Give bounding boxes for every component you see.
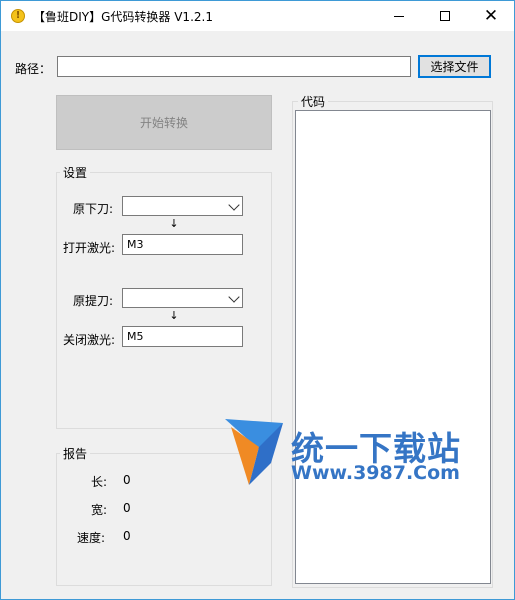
- speed-label: 速度:: [77, 531, 106, 545]
- app-window: ! 【鲁班DIY】G代码转换器 V1.2.1 ✕ 路径： 选择文件 开始转换 设…: [0, 0, 515, 600]
- convert-button[interactable]: 开始转换: [56, 95, 272, 150]
- browse-button[interactable]: 选择文件: [418, 55, 491, 78]
- window-title: 【鲁班DIY】G代码转换器 V1.2.1: [33, 10, 213, 24]
- watermark-logo-icon: [225, 419, 283, 485]
- code-textarea[interactable]: [295, 110, 491, 584]
- pen-down-select[interactable]: [122, 196, 243, 216]
- pen-up-select[interactable]: [122, 288, 243, 308]
- arrow-down-icon: ↓: [169, 309, 179, 322]
- pen-up-label: 原提刀:: [73, 294, 114, 308]
- laser-off-label: 关闭激光:: [63, 333, 116, 347]
- title-bar: ! 【鲁班DIY】G代码转换器 V1.2.1 ✕: [1, 1, 514, 31]
- path-input[interactable]: [57, 56, 411, 77]
- laser-off-input[interactable]: M5: [122, 326, 243, 347]
- arrow-down-icon: ↓: [169, 217, 179, 230]
- maximize-button[interactable]: [422, 1, 468, 31]
- maximize-icon: [440, 11, 450, 21]
- path-label: 路径：: [15, 62, 52, 76]
- laser-on-label: 打开激光:: [63, 241, 116, 255]
- watermark-url: Www.3987.Com: [291, 462, 460, 484]
- settings-title: 设置: [60, 164, 91, 181]
- minimize-button[interactable]: [376, 1, 422, 31]
- chevron-down-icon: [228, 199, 240, 211]
- code-title: 代码: [298, 93, 329, 110]
- width-value: 0: [123, 501, 131, 515]
- warning-icon: !: [11, 9, 25, 23]
- length-value: 0: [123, 473, 131, 487]
- chevron-down-icon: [228, 291, 240, 303]
- width-label: 宽:: [91, 503, 108, 517]
- close-icon: ✕: [483, 5, 499, 26]
- pen-down-label: 原下刀:: [73, 202, 114, 216]
- report-title: 报告: [60, 445, 91, 462]
- minimize-icon: [394, 15, 404, 17]
- speed-value: 0: [123, 529, 131, 543]
- close-button[interactable]: ✕: [468, 1, 514, 31]
- laser-on-input[interactable]: M3: [122, 234, 243, 255]
- length-label: 长:: [91, 475, 108, 489]
